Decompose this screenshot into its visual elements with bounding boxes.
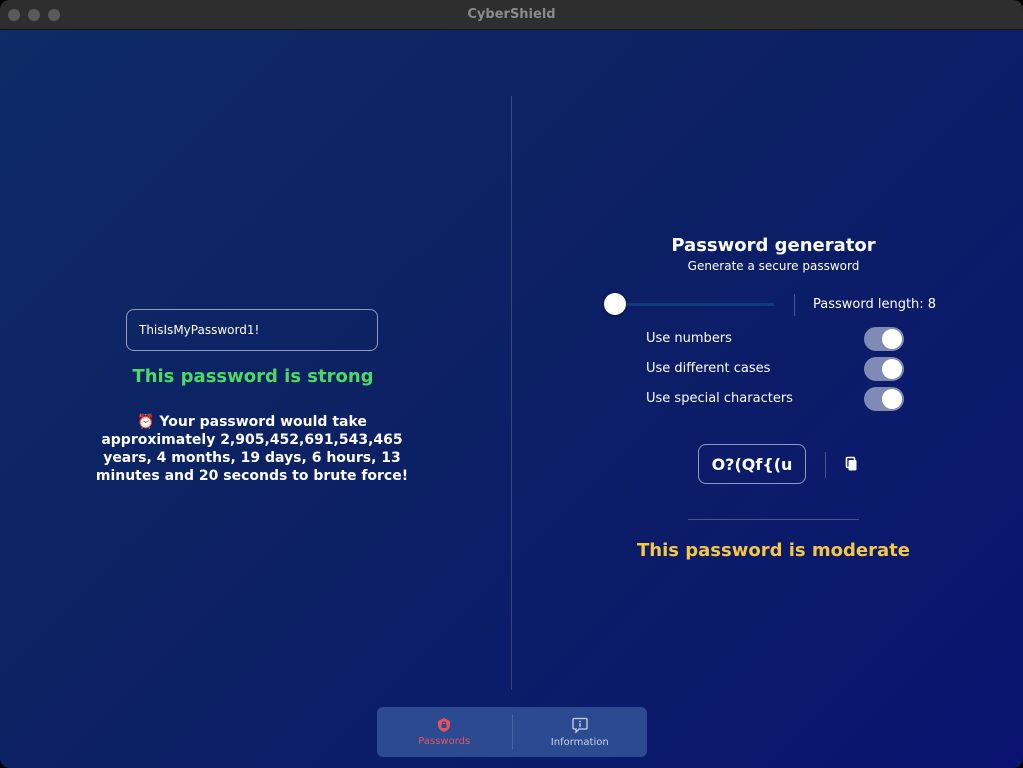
password-length-slider-track[interactable]: [606, 303, 774, 306]
toggle-use-special-characters[interactable]: [864, 387, 904, 411]
password-length-label: Password length: 8: [813, 297, 937, 312]
info-bubble-icon: [572, 717, 588, 734]
column-divider: [511, 96, 512, 690]
generator-subtitle: Generate a secure password: [687, 259, 860, 273]
option-label-numbers: Use numbers: [646, 331, 732, 346]
lock-shield-icon: [438, 718, 451, 732]
toggle-knob: [882, 359, 902, 379]
toggle-use-numbers[interactable]: [864, 327, 904, 351]
toggle-knob: [882, 329, 902, 349]
copy-separator: [825, 452, 826, 478]
nav-label-passwords: Passwords: [418, 736, 471, 747]
generator-strength-label: This password is moderate: [637, 540, 910, 561]
checker-strength-label: This password is strong: [132, 366, 374, 387]
slider-separator: [794, 294, 795, 316]
nav-label-information: Information: [550, 737, 609, 748]
title-bar: CyberShield: [0, 0, 1023, 30]
generated-password-display[interactable]: O?(Qf{(u: [698, 444, 806, 484]
password-length-slider-thumb[interactable]: [604, 293, 626, 315]
app-window: CyberShield This password is strong ⏰ Yo…: [0, 0, 1023, 768]
password-check-input[interactable]: [126, 309, 378, 351]
copy-icon: [845, 456, 857, 471]
option-label-cases: Use different cases: [646, 361, 771, 376]
option-label-special: Use special characters: [646, 391, 793, 406]
nav-tab-information[interactable]: Information: [513, 707, 648, 757]
toggle-knob: [882, 389, 902, 409]
generator-title: Password generator: [671, 235, 876, 256]
copy-button[interactable]: [842, 455, 860, 473]
generator-divider: [688, 519, 859, 520]
window-title: CyberShield: [467, 7, 556, 22]
bottom-navigation: Passwords Information: [377, 707, 647, 757]
nav-tab-passwords[interactable]: Passwords: [377, 707, 512, 757]
bruteforce-estimate-text: ⏰ Your password would take approximately…: [95, 414, 409, 484]
toggle-use-different-cases[interactable]: [864, 357, 904, 381]
